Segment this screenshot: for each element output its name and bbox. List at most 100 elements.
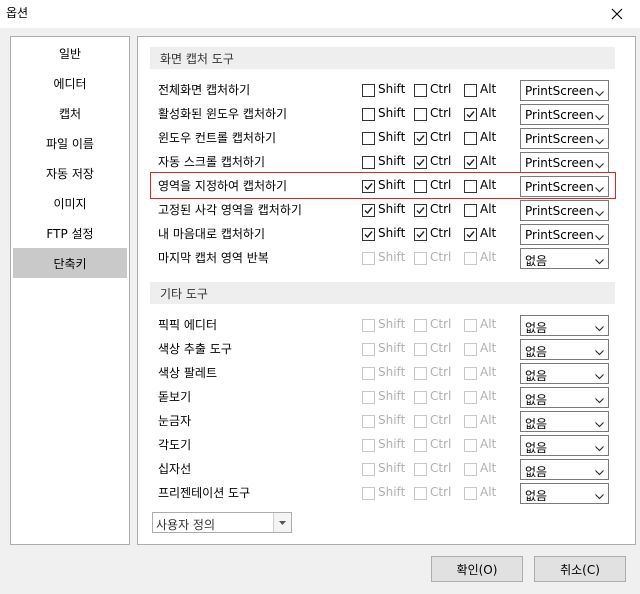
row-label: 윈도우 컨트롤 캡처하기 [158,131,277,145]
ctrl-checkbox[interactable] [414,132,427,145]
shift-label: Shift [378,317,406,331]
key-value: PrintScreen [525,84,594,98]
sidebar-item[interactable]: 파일 이름 [11,128,129,158]
key-select[interactable]: 없음 [520,387,609,408]
ctrl-checkbox[interactable] [414,228,427,241]
cancel-button[interactable]: 취소(C) [534,556,626,582]
key-select[interactable]: 없음 [520,483,609,504]
key-value: 없음 [525,441,548,455]
ctrl-checkbox[interactable] [414,204,427,217]
row-label: 전체화면 캡처하기 [158,83,251,97]
shift-checkbox[interactable] [362,84,375,97]
shortcut-row: 자동 스크롤 캡처하기 Shift Ctrl Alt PrintScreen [138,151,635,175]
alt-checkbox[interactable] [464,84,477,97]
shift-checkbox[interactable] [362,228,375,241]
key-value: PrintScreen [525,228,594,242]
alt-checkbox [464,391,477,404]
key-select[interactable]: 없음 [520,411,609,432]
key-select[interactable]: PrintScreen [520,80,609,101]
dropdown-arrow [595,86,604,100]
dropdown-arrow [595,489,604,503]
key-select[interactable]: PrintScreen [520,176,609,197]
ctrl-label: Ctrl [430,485,452,499]
preset-dropdown-button[interactable] [273,513,291,532]
alt-checkbox [464,319,477,332]
key-value: 없음 [525,393,548,407]
key-select[interactable]: 없음 [520,248,609,269]
alt-checkbox[interactable] [464,108,477,121]
ctrl-checkbox [414,391,427,404]
sidebar-item[interactable]: 에디터 [11,68,129,98]
key-value: 없음 [525,345,548,359]
sidebar-item-label: 일반 [58,46,82,61]
sidebar-item[interactable]: 일반 [11,38,129,68]
ok-button[interactable]: 확인(O) [431,556,523,582]
alt-checkbox [464,487,477,500]
key-select[interactable]: 없음 [520,339,609,360]
shift-checkbox[interactable] [362,180,375,193]
alt-label: Alt [480,202,497,216]
ctrl-checkbox[interactable] [414,180,427,193]
sidebar-list: 일반에디터 캡처 파일 이름 자동 저장 이미지 FTP 설정단축키 [11,37,129,278]
alt-checkbox[interactable] [464,180,477,193]
sidebar-item[interactable]: 단축키 [13,248,127,278]
key-select[interactable]: PrintScreen [520,104,609,125]
ctrl-label: Ctrl [430,250,452,264]
sidebar-item-label: FTP 설정 [46,226,94,241]
alt-checkbox[interactable] [464,132,477,145]
shift-checkbox[interactable] [362,132,375,145]
shortcut-row: 프리젠테이션 도구 Shift Ctrl Alt 없음 [138,482,635,506]
sidebar-item[interactable]: 이미지 [11,188,129,218]
shift-checkbox [362,343,375,356]
row-label: 돋보기 [158,390,192,404]
key-select[interactable]: PrintScreen [520,152,609,173]
alt-label: Alt [480,485,497,499]
ctrl-checkbox [414,487,427,500]
shortcut-row: 색상 추출 도구 Shift Ctrl Alt 없음 [138,338,635,362]
shift-checkbox [362,487,375,500]
dropdown-arrow [595,441,604,455]
alt-label: Alt [480,82,497,96]
key-select[interactable]: PrintScreen [520,128,609,149]
ctrl-checkbox[interactable] [414,156,427,169]
alt-checkbox[interactable] [464,156,477,169]
alt-checkbox[interactable] [464,204,477,217]
preset-select[interactable]: 사용자 정의 [152,512,292,533]
key-select[interactable]: 없음 [520,315,609,336]
dropdown-arrow [595,134,604,148]
chevron-down-icon [595,446,604,452]
shortcut-row: 활성화된 윈도우 캡처하기 Shift Ctrl Alt PrintScreen [138,103,635,127]
key-select[interactable]: PrintScreen [520,224,609,245]
row-label: 내 마음대로 캡처하기 [158,227,265,241]
alt-label: Alt [480,389,497,403]
key-value: PrintScreen [525,180,594,194]
dropdown-arrow [595,345,604,359]
key-select[interactable]: 없음 [520,435,609,456]
shift-checkbox[interactable] [362,204,375,217]
ctrl-label: Ctrl [430,437,452,451]
row-label: 마지막 캡처 영역 반복 [158,251,269,265]
chevron-down-icon [595,115,604,121]
alt-label: Alt [480,437,497,451]
row-label: 픽픽 에디터 [158,318,218,332]
key-select[interactable]: 없음 [520,459,609,480]
shift-checkbox[interactable] [362,108,375,121]
sidebar-item[interactable]: 자동 저장 [11,158,129,188]
row-label: 눈금자 [158,414,192,428]
key-select[interactable]: 없음 [520,363,609,384]
key-select[interactable]: PrintScreen [520,200,609,221]
sidebar-item[interactable]: FTP 설정 [11,218,129,248]
sidebar-item[interactable]: 캡처 [11,98,129,128]
alt-checkbox [464,252,477,265]
row-label: 영역을 지정하여 캡처하기 [158,179,288,193]
ctrl-checkbox[interactable] [414,108,427,121]
alt-checkbox[interactable] [464,228,477,241]
shift-checkbox[interactable] [362,156,375,169]
check-icon [416,159,425,167]
row-label: 십자선 [158,462,192,476]
ctrl-checkbox[interactable] [414,84,427,97]
shift-label: Shift [378,130,406,144]
shift-label: Shift [378,202,406,216]
close-button[interactable] [594,0,640,28]
dropdown-arrow [595,182,604,196]
